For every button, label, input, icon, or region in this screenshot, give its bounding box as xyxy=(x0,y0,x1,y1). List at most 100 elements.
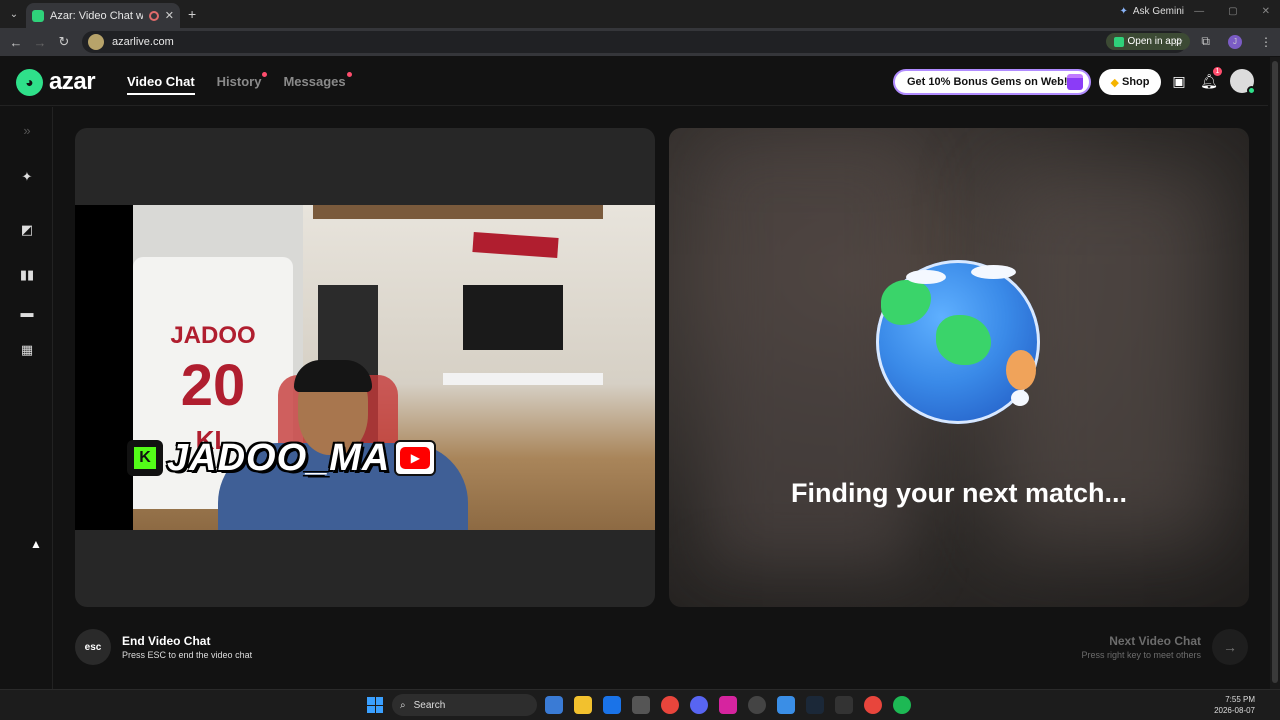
windows-taskbar: ⌕ Search 7:55 PM 2026-08-07 xyxy=(0,689,1280,720)
clock-time: 7:55 PM xyxy=(1225,695,1255,704)
bookmark-star-icon[interactable]: ☆ xyxy=(1173,35,1184,49)
azar-logo[interactable]: ◕ azar xyxy=(16,68,96,96)
maximize-icon[interactable]: ▢ xyxy=(1228,6,1237,17)
logo-text: azar xyxy=(49,68,96,95)
toolbar-actions: ☆ ⧉ J ⋮ xyxy=(1173,34,1272,49)
globe-land xyxy=(1006,350,1036,390)
notification-badge: 1 xyxy=(1213,67,1222,76)
next-arrow-icon[interactable]: → xyxy=(1212,629,1248,665)
remote-video-panel: Finding your next match... xyxy=(669,128,1249,607)
taskbar-clock[interactable]: 7:55 PM 2026-08-07 xyxy=(1214,694,1255,716)
shop-button[interactable]: ◆ Shop xyxy=(1099,69,1161,95)
browser-toolbar: ← → ↻ azarlive.com xyxy=(0,28,1280,56)
instagram-icon[interactable] xyxy=(719,696,737,714)
user-avatar[interactable] xyxy=(1230,69,1256,95)
layout-grid-icon[interactable]: ▦ xyxy=(18,341,36,359)
online-status-dot xyxy=(1247,86,1256,95)
streamer-name: JADOO_MA xyxy=(167,436,391,479)
page-scrollbar[interactable] xyxy=(1270,57,1280,689)
television xyxy=(463,285,563,350)
magic-wand-effects-icon[interactable]: ✦ xyxy=(18,168,36,186)
next-video-chat-hint: Press right key to meet others xyxy=(1081,650,1201,660)
promo-label: Get 10% Bonus Gems on Web! xyxy=(907,76,1068,88)
windows-start-icon[interactable] xyxy=(367,697,383,713)
browser-tabbar: ⌄ Azar: Video Chat with New ✕ + ✦ Ask Ge… xyxy=(0,0,1280,28)
layout-stacked-icon[interactable]: ▬ xyxy=(18,303,36,321)
chrome-icon[interactable] xyxy=(864,696,882,714)
app-icon[interactable] xyxy=(748,696,766,714)
youtube-logo-icon: ▶ xyxy=(394,440,437,476)
bonus-gems-promo-button[interactable]: Get 10% Bonus Gems on Web! xyxy=(893,69,1091,95)
address-bar[interactable]: azarlive.com xyxy=(82,31,1187,53)
taskbar-apps xyxy=(545,696,911,714)
next-video-chat-title: Next Video Chat xyxy=(1109,634,1201,648)
expand-sidebar-chevron-icon[interactable]: » xyxy=(18,121,36,139)
webcam-feed: JADOO 20 KL xyxy=(75,205,655,530)
globe-icon xyxy=(876,260,1040,424)
discord-icon[interactable] xyxy=(690,696,708,714)
photos-icon[interactable] xyxy=(545,696,563,714)
kick-letter: K xyxy=(134,447,156,469)
minimize-icon[interactable]: — xyxy=(1194,6,1204,17)
kick-logo-icon: K xyxy=(127,440,163,476)
recording-indicator-icon xyxy=(148,10,159,21)
clock-date: 2026-08-07 xyxy=(1214,706,1255,715)
tab-close-icon[interactable]: ✕ xyxy=(165,9,174,22)
finding-match-status: Finding your next match... xyxy=(790,478,1128,508)
nav-history-label: History xyxy=(216,74,262,89)
nav-messages-label: Messages xyxy=(283,74,346,89)
reload-icon[interactable]: ↻ xyxy=(52,34,76,50)
app-icon xyxy=(1113,36,1124,47)
search-icon: ⌕ xyxy=(400,699,406,711)
steam-icon[interactable] xyxy=(806,696,824,714)
messages-notification-dot xyxy=(346,72,352,77)
app-icon[interactable] xyxy=(835,696,853,714)
spotify-icon[interactable] xyxy=(893,696,911,714)
layout-side-by-side-icon[interactable]: ▮▮ xyxy=(18,266,36,284)
profile-avatar[interactable]: J xyxy=(1228,34,1242,49)
main-nav: Video Chat History Messages xyxy=(127,72,352,95)
gem-icon: ◆ xyxy=(1110,76,1119,89)
streamer-name-overlay: K JADOO_MA ▶ xyxy=(127,436,437,479)
nav-video-chat[interactable]: Video Chat xyxy=(127,74,195,95)
scrollbar-thumb[interactable] xyxy=(1272,61,1278,683)
end-video-chat-button[interactable]: esc xyxy=(75,629,111,665)
azar-logo-icon: ◕ xyxy=(16,68,43,96)
extensions-icon[interactable]: ⧉ xyxy=(1201,34,1210,49)
gift-icon xyxy=(1067,74,1083,90)
file-explorer-icon[interactable] xyxy=(574,696,592,714)
history-notification-dot xyxy=(262,72,268,77)
youtube-play-icon: ▶ xyxy=(400,447,431,469)
local-video-panel: JADOO 20 KL xyxy=(75,128,655,607)
window-close-icon[interactable]: ✕ xyxy=(1262,6,1270,17)
end-video-chat-hint: Press ESC to end the video chat xyxy=(122,650,253,660)
globe-cloud xyxy=(971,265,1016,279)
end-video-chat-title: End Video Chat xyxy=(122,634,211,648)
azar-favicon-icon xyxy=(32,9,44,22)
ask-gemini-button[interactable]: ✦ Ask Gemini xyxy=(1119,6,1184,17)
back-arrow-icon[interactable]: ← xyxy=(4,35,28,50)
browser-menu-icon[interactable]: ⋮ xyxy=(1260,35,1272,49)
jersey-name: JADOO xyxy=(170,322,256,349)
notifications-bell-icon[interactable]: 🔔︎ 1 xyxy=(1200,67,1222,90)
app-header: ◕ azar Video Chat History Messages Get 1… xyxy=(0,57,1268,106)
mouse-cursor-icon: ▲ xyxy=(30,537,42,551)
forward-arrow-icon[interactable]: → xyxy=(28,35,52,50)
taskbar-search[interactable]: ⌕ Search xyxy=(392,694,537,716)
nav-history[interactable]: History xyxy=(216,72,268,95)
new-tab-button[interactable]: + xyxy=(188,6,196,22)
chrome-icon[interactable] xyxy=(661,696,679,714)
url-text: azarlive.com xyxy=(112,36,174,48)
left-sidebar: » ✦ ◩ ▮▮ ▬ ▦ xyxy=(0,107,53,689)
taskbar-search-placeholder: Search xyxy=(413,699,446,711)
filter-edit-icon[interactable]: ◩ xyxy=(18,221,36,239)
globe-cloud xyxy=(906,270,946,284)
app-icon[interactable] xyxy=(777,696,795,714)
browser-tab-azar[interactable]: Azar: Video Chat with New ✕ xyxy=(26,3,180,28)
outlook-icon[interactable] xyxy=(603,696,621,714)
site-info-icon[interactable] xyxy=(88,34,104,50)
nav-messages[interactable]: Messages xyxy=(283,72,352,95)
tab-search-chevron-icon[interactable]: ⌄ xyxy=(0,0,28,28)
store-icon[interactable] xyxy=(632,696,650,714)
inbox-icon[interactable]: ▣ xyxy=(1170,72,1188,90)
